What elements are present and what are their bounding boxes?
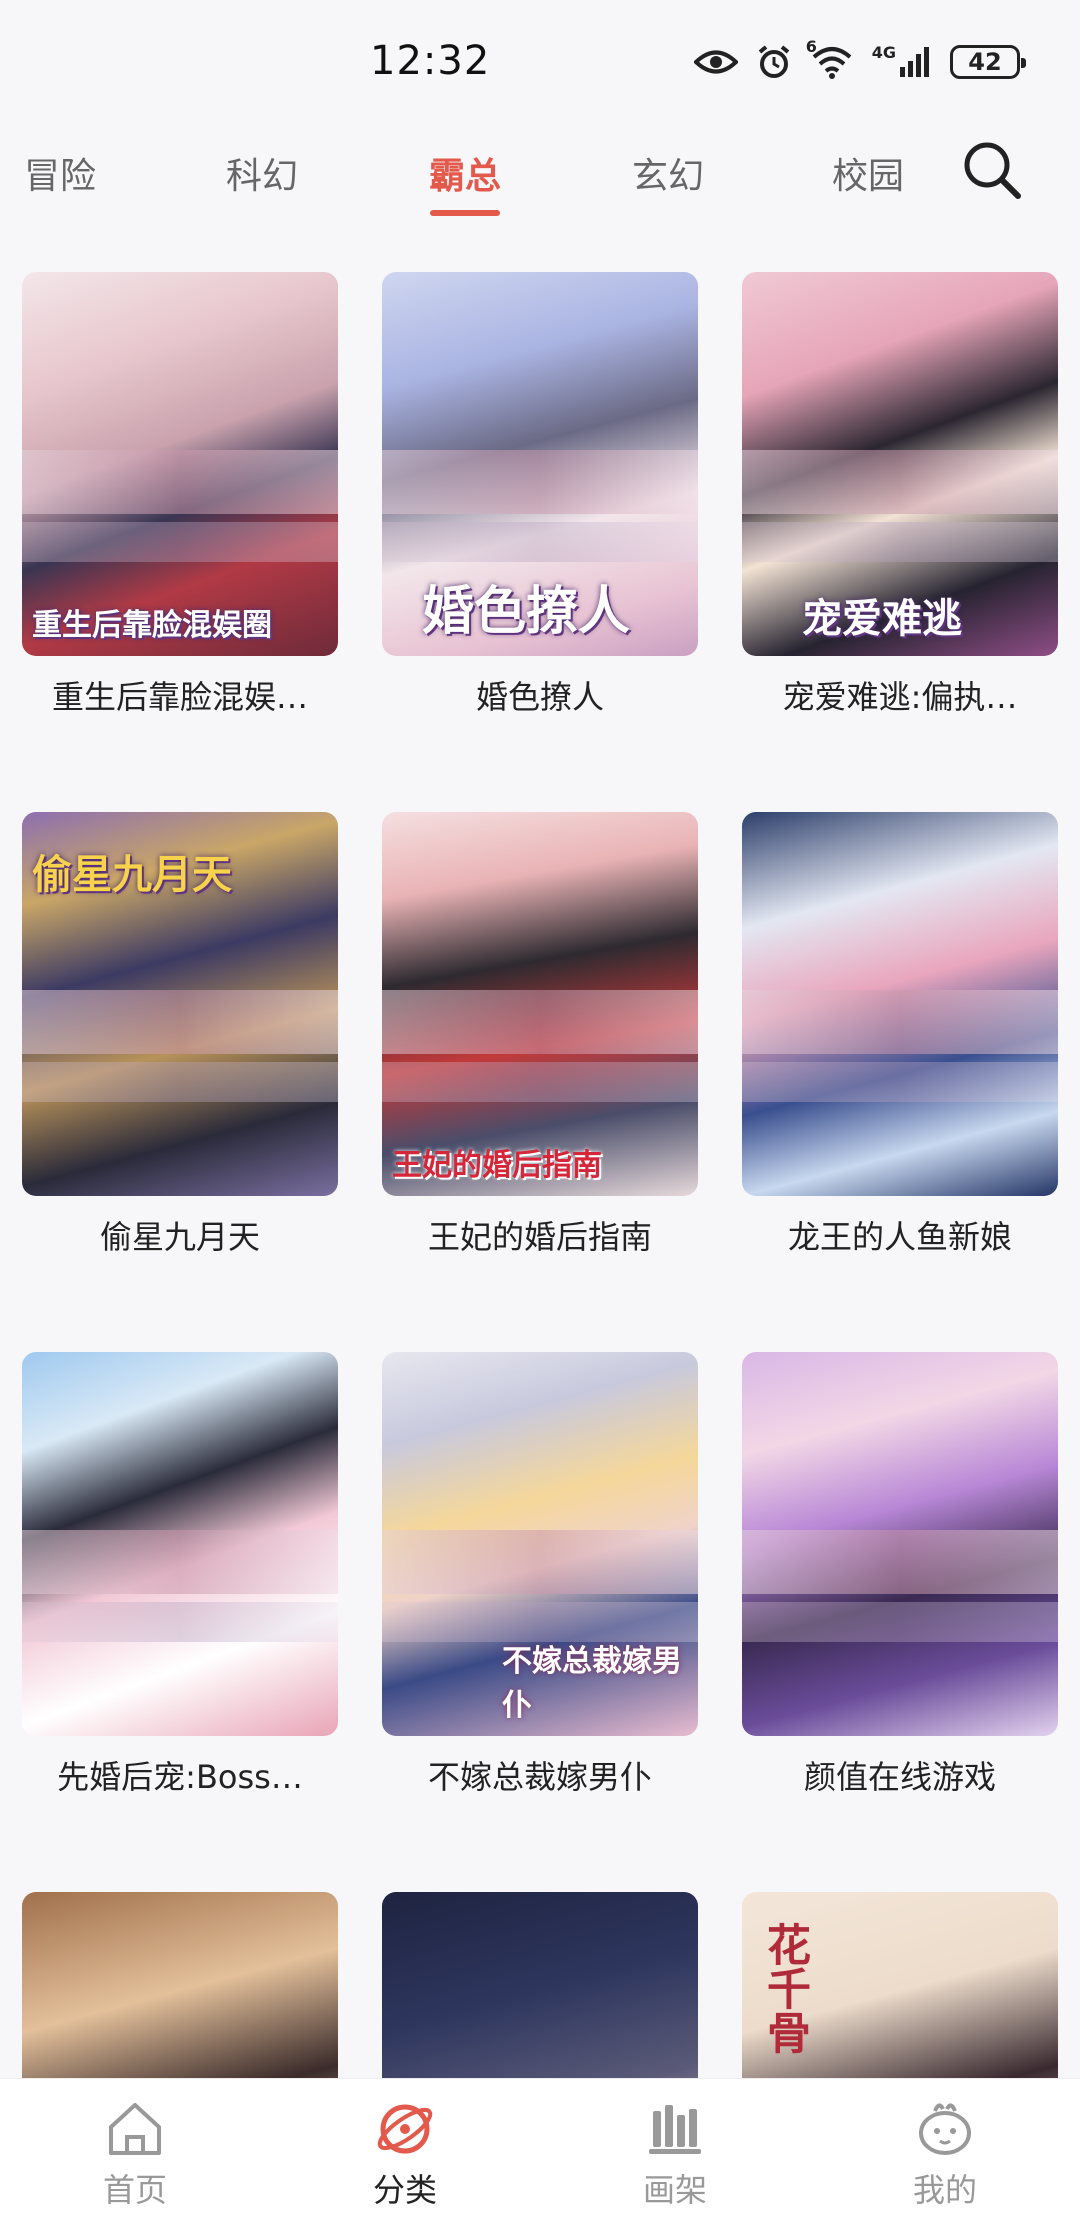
status-time: 12:32 <box>370 38 491 84</box>
comic-title: 不嫁总裁嫁男仆 <box>427 1758 652 1796</box>
comic-cover[interactable]: 不嫁总裁嫁男仆 <box>382 1352 698 1736</box>
nav-profile[interactable]: 我的 <box>865 2097 1025 2211</box>
tab-scifi[interactable]: 科幻 <box>192 142 332 212</box>
cover-text: 偷星九月天 <box>32 852 232 898</box>
comic-cover[interactable]: 王妃的婚后指南 <box>382 812 698 1196</box>
wifi-icon: 6 <box>806 39 854 79</box>
tab-campus[interactable]: 校园 <box>798 142 938 212</box>
home-icon <box>103 2097 167 2161</box>
profile-icon <box>913 2097 977 2161</box>
comic-card[interactable]: 重生后靠脸混娱圈 重生后靠脸混娱… <box>22 272 338 718</box>
comic-title: 宠爱难逃:偏执… <box>782 678 1018 716</box>
nav-home[interactable]: 首页 <box>55 2097 215 2211</box>
comic-card[interactable]: 颜值在线游戏 <box>742 1352 1058 1798</box>
status-bar: 12:32 6 4G 42 <box>0 0 1080 120</box>
shelf-icon <box>643 2097 707 2161</box>
comic-title: 龙王的人鱼新娘 <box>787 1218 1012 1256</box>
status-icons: 6 4G 42 <box>693 38 1026 86</box>
nav-home-label: 首页 <box>102 2171 167 2209</box>
wifi-badge: 6 <box>805 37 817 56</box>
comic-cover[interactable] <box>742 812 1058 1196</box>
cover-text: 花千骨 <box>759 1922 810 2054</box>
nav-profile-label: 我的 <box>912 2171 977 2209</box>
cover-text: 婚色撩人 <box>422 582 631 642</box>
nav-shelf-label: 画架 <box>642 2171 707 2209</box>
comic-card[interactable]: 偷星九月天 偷星九月天 <box>22 812 338 1258</box>
nav-shelf[interactable]: 画架 <box>595 2097 755 2211</box>
category-tabs: 冒险 科幻 霸总 玄幻 校园 <box>0 130 1080 240</box>
cover-text: 不嫁总裁嫁男仆 <box>502 1644 682 1723</box>
cover-text: 王妃的婚后指南 <box>392 1148 602 1183</box>
comic-card[interactable]: 龙王的人鱼新娘 <box>742 812 1058 1258</box>
comic-title: 偷星九月天 <box>99 1218 260 1256</box>
comic-card[interactable]: 王妃的婚后指南 王妃的婚后指南 <box>382 812 698 1258</box>
network-type: 4G <box>871 43 896 62</box>
comic-title: 先婚后宠:Boss… <box>57 1758 303 1796</box>
screen: 12:32 6 4G 42 冒险 科幻 霸总 玄幻 校园 重生后靠脸混娱圈 重生… <box>0 0 1080 2228</box>
bottom-nav: 首页 分类 画架 我的 <box>0 2078 1080 2228</box>
comic-cover[interactable]: 重生后靠脸混娱圈 <box>22 272 338 656</box>
comic-cover[interactable]: 婚色撩人 <box>382 272 698 656</box>
comic-title: 婚色撩人 <box>475 678 604 716</box>
signal-icon: 4G <box>872 45 932 79</box>
category-icon <box>373 2097 437 2161</box>
comic-title: 重生后靠脸混娱… <box>51 678 308 716</box>
comic-card[interactable]: 宠爱难逃 宠爱难逃:偏执… <box>742 272 1058 718</box>
alarm-icon <box>756 44 792 80</box>
comic-title: 王妃的婚后指南 <box>427 1218 652 1256</box>
cover-text: 宠爱难逃 <box>802 596 962 642</box>
search-icon <box>964 142 1021 199</box>
nav-category[interactable]: 分类 <box>325 2097 485 2211</box>
nav-category-label: 分类 <box>372 2171 437 2209</box>
battery-icon: 42 <box>950 45 1026 79</box>
comic-card[interactable]: 先婚后宠:Boss… <box>22 1352 338 1798</box>
active-tab-indicator <box>430 210 500 216</box>
comic-cover[interactable] <box>22 1352 338 1736</box>
comic-card[interactable]: 婚色撩人 婚色撩人 <box>382 272 698 718</box>
eye-icon <box>693 47 738 77</box>
comic-cover[interactable]: 宠爱难逃 <box>742 272 1058 656</box>
search-button[interactable] <box>960 138 1030 208</box>
comic-title: 颜值在线游戏 <box>803 1758 996 1796</box>
comic-cover[interactable] <box>742 1352 1058 1736</box>
comic-card[interactable]: 不嫁总裁嫁男仆 不嫁总裁嫁男仆 <box>382 1352 698 1798</box>
tab-ceo[interactable]: 霸总 <box>395 142 535 212</box>
comic-cover[interactable]: 偷星九月天 <box>22 812 338 1196</box>
tab-adventure[interactable]: 冒险 <box>0 142 130 212</box>
tab-fantasy[interactable]: 玄幻 <box>598 142 738 212</box>
cover-text: 重生后靠脸混娱圈 <box>32 608 272 643</box>
